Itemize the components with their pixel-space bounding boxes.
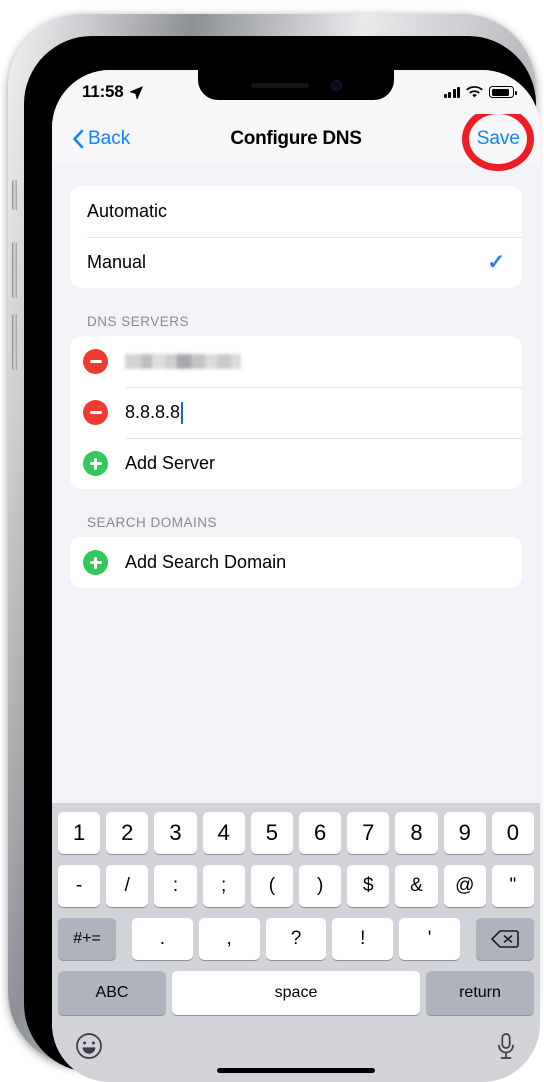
dns-server-value-redacted <box>125 354 241 369</box>
onscreen-keyboard: 1 2 3 4 5 6 7 8 9 0 - / : ; ( ) $ & @ " … <box>52 803 540 1082</box>
battery-icon <box>489 86 517 98</box>
dns-mode-automatic-label: Automatic <box>87 201 168 221</box>
dns-server-row[interactable]: 8.8.8.8 <box>70 387 522 438</box>
mute-switch[interactable] <box>12 180 17 210</box>
cellular-signal-icon <box>443 86 460 98</box>
minus-circle-icon[interactable] <box>83 400 108 425</box>
volume-down-button[interactable] <box>12 314 17 370</box>
minus-circle-icon[interactable] <box>83 349 108 374</box>
key-semicolon[interactable]: ; <box>202 865 245 907</box>
status-bar-time: 11:58 <box>82 82 124 101</box>
key-paren-close[interactable]: ) <box>299 865 342 907</box>
key-double-quote[interactable]: " <box>491 865 535 907</box>
dns-mode-manual-label: Manual <box>87 252 147 272</box>
text-cursor <box>181 401 184 424</box>
front-camera <box>330 79 342 91</box>
backspace-glyph <box>490 930 519 948</box>
dns-mode-option-manual[interactable]: Manual ✓ <box>70 237 522 288</box>
save-button-wrapper: Save <box>462 107 535 171</box>
key-comma[interactable]: , <box>198 918 260 960</box>
dns-servers-section-header: DNS SERVERS <box>87 314 190 329</box>
key-8[interactable]: 8 <box>395 812 438 854</box>
add-search-domain-row[interactable]: Add Search Domain <box>70 537 522 588</box>
key-dollar[interactable]: $ <box>347 865 390 907</box>
home-indicator[interactable] <box>217 1068 375 1073</box>
navigation-bar: Back Configure DNS Save <box>52 107 540 171</box>
add-server-label: Add Server <box>125 453 216 473</box>
key-space[interactable]: space <box>172 971 420 1015</box>
back-button-label: Back <box>88 128 131 149</box>
dns-server-value-input[interactable]: 8.8.8.8 <box>125 402 180 423</box>
key-6[interactable]: 6 <box>299 812 342 854</box>
key-paren-open[interactable]: ( <box>250 865 293 907</box>
keyboard-row-bottom: ABC space return <box>55 971 537 1015</box>
wifi-icon <box>466 85 483 97</box>
settings-content: Automatic Manual ✓ DNS SERVERS 8.8.8.8 A… <box>52 186 540 746</box>
dns-mode-group: Automatic Manual ✓ <box>70 186 522 288</box>
key-colon[interactable]: : <box>154 865 197 907</box>
status-bar-left: 11:58 <box>82 82 144 102</box>
plus-circle-icon[interactable] <box>83 451 108 476</box>
key-hyphen[interactable]: - <box>57 865 101 907</box>
key-abc-toggle[interactable]: ABC <box>58 971 166 1015</box>
key-return[interactable]: return <box>426 971 534 1015</box>
key-4[interactable]: 4 <box>202 812 245 854</box>
key-2[interactable]: 2 <box>106 812 149 854</box>
key-apostrophe[interactable]: ' <box>399 918 460 960</box>
key-exclamation[interactable]: ! <box>332 918 394 960</box>
earpiece-speaker <box>250 82 309 88</box>
dns-mode-option-automatic[interactable]: Automatic <box>70 186 522 237</box>
key-slash[interactable]: / <box>106 865 149 907</box>
add-search-domain-label: Add Search Domain <box>125 552 287 572</box>
keyboard-row-punctuation: #+= . , ? ! ' <box>55 918 537 960</box>
back-button[interactable]: Back <box>72 128 130 150</box>
key-9[interactable]: 9 <box>443 812 486 854</box>
keyboard-bottom-bar <box>55 1026 537 1082</box>
emoji-smiley-icon[interactable] <box>75 1032 103 1065</box>
volume-up-button[interactable] <box>12 242 17 298</box>
keyboard-row-symbols: - / : ; ( ) $ & @ " <box>55 865 537 907</box>
dns-servers-group: 8.8.8.8 Add Server <box>70 336 522 489</box>
key-0[interactable]: 0 <box>491 812 535 854</box>
chevron-left-icon <box>73 129 84 149</box>
key-7[interactable]: 7 <box>347 812 390 854</box>
save-button[interactable]: Save <box>477 128 520 150</box>
device-frame: 11:58 Back Configure DNS Save Automatic … <box>8 14 540 1082</box>
keyboard-row-numbers: 1 2 3 4 5 6 7 8 9 0 <box>55 812 537 854</box>
key-question[interactable]: ? <box>265 918 327 960</box>
status-bar-right <box>443 85 517 99</box>
key-at[interactable]: @ <box>443 865 486 907</box>
key-ampersand[interactable]: & <box>395 865 438 907</box>
backspace-icon[interactable] <box>475 918 534 960</box>
key-5[interactable]: 5 <box>250 812 293 854</box>
phone-screen: 11:58 Back Configure DNS Save Automatic … <box>52 70 540 1082</box>
add-server-row[interactable]: Add Server <box>70 438 522 489</box>
key-1[interactable]: 1 <box>57 812 101 854</box>
plus-circle-icon[interactable] <box>83 550 108 575</box>
key-symbols-toggle[interactable]: #+= <box>58 918 116 960</box>
device-bezel: 11:58 Back Configure DNS Save Automatic … <box>24 36 540 1082</box>
location-arrow-icon <box>129 85 143 99</box>
search-domains-section-header: SEARCH DOMAINS <box>87 515 218 530</box>
row-spacer <box>122 918 126 960</box>
checkmark-icon: ✓ <box>487 251 505 274</box>
key-3[interactable]: 3 <box>154 812 197 854</box>
key-period[interactable]: . <box>132 918 193 960</box>
notch <box>198 70 394 100</box>
search-domains-group: Add Search Domain <box>70 537 522 588</box>
row-spacer <box>466 918 470 960</box>
dns-server-row[interactable] <box>70 336 522 387</box>
microphone-icon[interactable] <box>495 1032 517 1067</box>
